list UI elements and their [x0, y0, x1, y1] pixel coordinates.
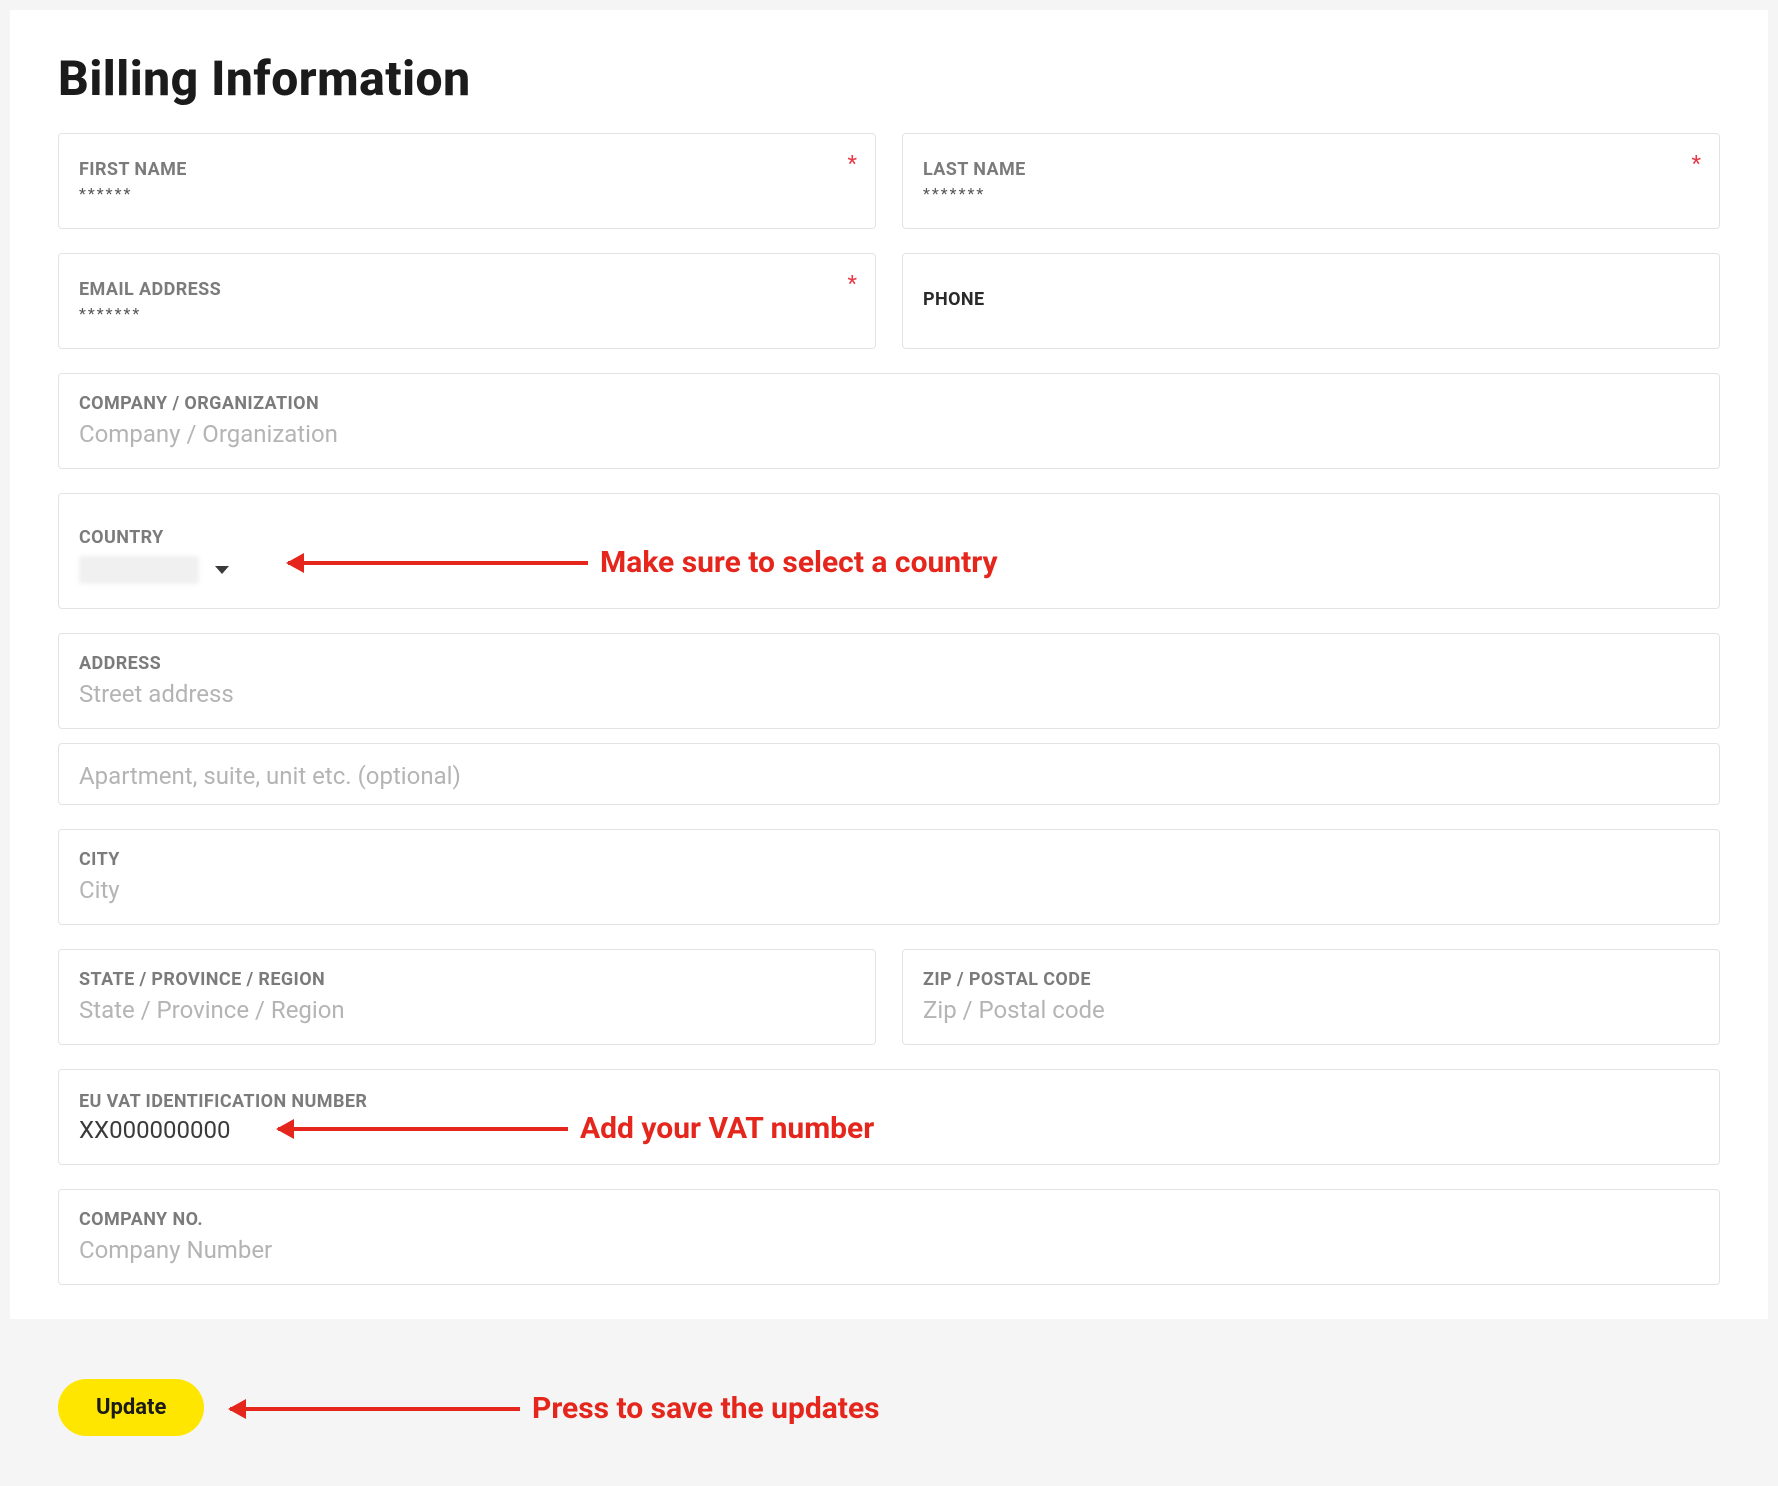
last-name-field[interactable]: LAST NAME * *******: [902, 133, 1720, 229]
first-name-label: FIRST NAME: [79, 159, 855, 180]
last-name-value: *******: [923, 184, 1699, 203]
last-name-label: LAST NAME: [923, 159, 1699, 180]
row-contact: EMAIL ADDRESS * ******* PHONE: [58, 253, 1720, 349]
vat-field[interactable]: EU VAT IDENTIFICATION NUMBER XX000000000: [58, 1069, 1720, 1165]
row-address: ADDRESS: [58, 633, 1720, 729]
zip-label: ZIP / POSTAL CODE: [923, 969, 1699, 990]
first-name-field[interactable]: FIRST NAME * ******: [58, 133, 876, 229]
phone-label: PHONE: [923, 289, 1699, 310]
email-value: *******: [79, 304, 855, 323]
address-input[interactable]: [79, 678, 1699, 710]
companyno-field[interactable]: COMPANY NO.: [58, 1189, 1720, 1285]
city-label: CITY: [79, 849, 1699, 870]
required-icon: *: [848, 152, 857, 177]
update-button[interactable]: Update: [58, 1379, 204, 1436]
zip-field[interactable]: ZIP / POSTAL CODE: [902, 949, 1720, 1045]
chevron-down-icon: [215, 566, 229, 574]
country-field[interactable]: COUNTRY: [58, 493, 1720, 609]
row-address2: [58, 743, 1720, 805]
country-value-redacted: [79, 556, 199, 584]
page-title: Billing Information: [58, 50, 1720, 107]
row-city: CITY: [58, 829, 1720, 925]
state-label: STATE / PROVINCE / REGION: [79, 969, 855, 990]
company-field[interactable]: COMPANY / ORGANIZATION: [58, 373, 1720, 469]
companyno-input[interactable]: [79, 1234, 1699, 1266]
required-icon: *: [1692, 152, 1701, 177]
country-select[interactable]: [79, 556, 1699, 584]
country-label: COUNTRY: [79, 527, 1699, 548]
address-label: ADDRESS: [79, 653, 1699, 674]
billing-card: Billing Information FIRST NAME * ****** …: [10, 10, 1768, 1319]
email-label: EMAIL ADDRESS: [79, 279, 855, 300]
state-field[interactable]: STATE / PROVINCE / REGION: [58, 949, 876, 1045]
company-label: COMPANY / ORGANIZATION: [79, 393, 1699, 414]
email-field[interactable]: EMAIL ADDRESS * *******: [58, 253, 876, 349]
row-company: COMPANY / ORGANIZATION: [58, 373, 1720, 469]
city-field[interactable]: CITY: [58, 829, 1720, 925]
zip-input[interactable]: [923, 994, 1699, 1026]
phone-field[interactable]: PHONE: [902, 253, 1720, 349]
vat-value: XX000000000: [79, 1116, 1699, 1144]
row-statezip: STATE / PROVINCE / REGION ZIP / POSTAL C…: [58, 949, 1720, 1045]
row-vat: EU VAT IDENTIFICATION NUMBER XX000000000…: [58, 1069, 1720, 1165]
address2-input[interactable]: [79, 760, 1699, 792]
row-name: FIRST NAME * ****** LAST NAME * *******: [58, 133, 1720, 229]
address-field[interactable]: ADDRESS: [58, 633, 1720, 729]
city-input[interactable]: [79, 874, 1699, 906]
companyno-label: COMPANY NO.: [79, 1209, 1699, 1230]
vat-label: EU VAT IDENTIFICATION NUMBER: [79, 1091, 1699, 1112]
row-country: COUNTRY Make sure to select a country: [58, 493, 1720, 609]
company-input[interactable]: [79, 418, 1699, 450]
annotation-update: Press to save the updates: [230, 1391, 880, 1426]
footer: Update Press to save the updates: [10, 1319, 1768, 1476]
required-icon: *: [848, 272, 857, 297]
first-name-value: ******: [79, 184, 855, 203]
address2-field[interactable]: [58, 743, 1720, 805]
state-input[interactable]: [79, 994, 855, 1026]
annotation-update-text: Press to save the updates: [532, 1391, 880, 1426]
row-companyno: COMPANY NO.: [58, 1189, 1720, 1285]
